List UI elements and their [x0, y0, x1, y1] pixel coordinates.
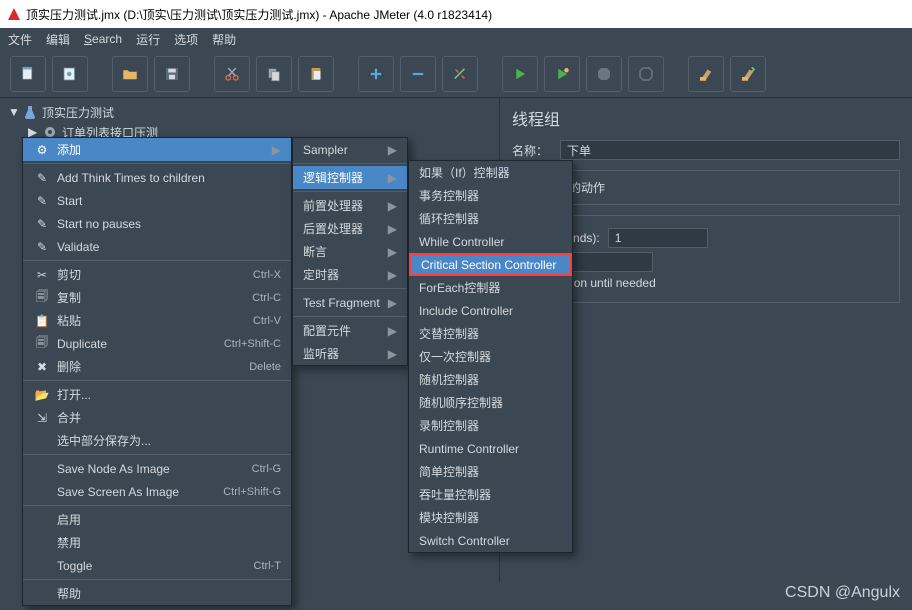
ctx-merge[interactable]: ⇲合并: [23, 406, 291, 429]
clear-button[interactable]: [688, 56, 724, 92]
logic-recording[interactable]: 录制控制器: [409, 414, 572, 437]
ctx-help[interactable]: 帮助: [23, 582, 291, 605]
menu-run[interactable]: 运行: [136, 31, 160, 48]
logic-while[interactable]: While Controller: [409, 230, 572, 253]
name-label: 名称：: [512, 142, 552, 159]
logic-transaction[interactable]: 事务控制器: [409, 184, 572, 207]
menu-help[interactable]: 帮助: [212, 31, 236, 48]
menu-options[interactable]: 选项: [174, 31, 198, 48]
ctx-add[interactable]: ⚙添加▶: [23, 138, 291, 161]
pencil-icon: ✎: [33, 169, 51, 187]
paste-icon: 📋: [33, 312, 51, 330]
copy-button[interactable]: [256, 56, 292, 92]
logic-switch[interactable]: Switch Controller: [409, 529, 572, 552]
pencil-icon: ✎: [33, 238, 51, 256]
start-no-pauses-button[interactable]: [544, 56, 580, 92]
paste-button[interactable]: [298, 56, 334, 92]
sub-pre-processor[interactable]: 前置处理器▶: [293, 194, 407, 217]
start-button[interactable]: [502, 56, 538, 92]
new-button[interactable]: [10, 56, 46, 92]
ctx-save-node-image[interactable]: Save Node As ImageCtrl-G: [23, 457, 291, 480]
tree-root-label: 顶实压力测试: [42, 104, 114, 121]
toggle-button[interactable]: [442, 56, 478, 92]
logic-throughput[interactable]: 吞吐量控制器: [409, 483, 572, 506]
ctx-start-no-pauses[interactable]: ✎Start no pauses: [23, 212, 291, 235]
menu-search[interactable]: Search: [84, 32, 122, 46]
ctx-toggle[interactable]: ToggleCtrl-T: [23, 554, 291, 577]
gear-icon: ⚙: [33, 141, 51, 159]
duplicate-icon: 🗐: [33, 335, 51, 353]
ctx-delete[interactable]: ✖删除Delete: [23, 355, 291, 378]
logic-runtime[interactable]: Runtime Controller: [409, 437, 572, 460]
sub-timer[interactable]: 定时器▶: [293, 263, 407, 286]
menu-file[interactable]: 文件: [8, 31, 32, 48]
ctx-save-selection[interactable]: 选中部分保存为...: [23, 429, 291, 452]
ctx-save-screen-image[interactable]: Save Screen As ImageCtrl+Shift-G: [23, 480, 291, 503]
sub-assertion[interactable]: 断言▶: [293, 240, 407, 263]
jmeter-icon: [6, 6, 22, 22]
merge-icon: ⇲: [33, 409, 51, 427]
ctx-validate[interactable]: ✎Validate: [23, 235, 291, 258]
ramp-input[interactable]: [608, 228, 708, 248]
context-menu: ⚙添加▶ ✎Add Think Times to children ✎Start…: [22, 137, 292, 606]
sub-config-element[interactable]: 配置元件▶: [293, 319, 407, 342]
ctx-copy[interactable]: 🗐复制Ctrl-C: [23, 286, 291, 309]
sub-sampler[interactable]: Sampler▶: [293, 138, 407, 161]
panel-title: 线程组: [512, 106, 900, 130]
logic-if[interactable]: 如果（If）控制器: [409, 161, 572, 184]
shutdown-button[interactable]: [628, 56, 664, 92]
cut-button[interactable]: [214, 56, 250, 92]
pencil-icon: ✎: [33, 192, 51, 210]
open-button[interactable]: [112, 56, 148, 92]
logic-critical-section[interactable]: Critical Section Controller: [409, 253, 572, 276]
tree-root[interactable]: ▼ 顶实压力测试: [0, 102, 499, 122]
ctx-disable[interactable]: 禁用: [23, 531, 291, 554]
menubar: 文件 编辑 Search 运行 选项 帮助: [0, 28, 912, 50]
ctx-open[interactable]: 📂打开...: [23, 383, 291, 406]
ctx-duplicate[interactable]: 🗐DuplicateCtrl+Shift-C: [23, 332, 291, 355]
window-title: 顶实压力测试.jmx (D:\顶实\压力测试\顶实压力测试.jmx) - Apa…: [26, 6, 492, 23]
ctx-enable[interactable]: 启用: [23, 508, 291, 531]
ctx-paste[interactable]: 📋粘贴Ctrl-V: [23, 309, 291, 332]
delete-icon: ✖: [33, 358, 51, 376]
sub-post-processor[interactable]: 后置处理器▶: [293, 217, 407, 240]
clear-all-button[interactable]: [730, 56, 766, 92]
pencil-icon: ✎: [33, 215, 51, 233]
sub-test-fragment[interactable]: Test Fragment▶: [293, 291, 407, 314]
watermark: CSDN @Angulx: [785, 584, 900, 602]
logic-module[interactable]: 模块控制器: [409, 506, 572, 529]
submenu-add: Sampler▶ 逻辑控制器▶ 前置处理器▶ 后置处理器▶ 断言▶ 定时器▶ T…: [292, 137, 408, 366]
logic-interleave[interactable]: 交替控制器: [409, 322, 572, 345]
templates-button[interactable]: [52, 56, 88, 92]
logic-include[interactable]: Include Controller: [409, 299, 572, 322]
expand-button[interactable]: [358, 56, 394, 92]
ctx-start[interactable]: ✎Start: [23, 189, 291, 212]
logic-foreach[interactable]: ForEach控制器: [409, 276, 572, 299]
menu-edit[interactable]: 编辑: [46, 31, 70, 48]
flask-icon: [22, 104, 38, 120]
sub-logic-controller[interactable]: 逻辑控制器▶: [293, 166, 407, 189]
submenu-logic-controllers: 如果（If）控制器 事务控制器 循环控制器 While Controller C…: [408, 160, 573, 553]
logic-loop[interactable]: 循环控制器: [409, 207, 572, 230]
name-input[interactable]: [560, 140, 900, 160]
stop-button[interactable]: [586, 56, 622, 92]
logic-simple[interactable]: 简单控制器: [409, 460, 572, 483]
open-icon: 📂: [33, 386, 51, 404]
copy-icon: 🗐: [33, 289, 51, 307]
window-titlebar: 顶实压力测试.jmx (D:\顶实\压力测试\顶实压力测试.jmx) - Apa…: [0, 0, 912, 28]
logic-random-order[interactable]: 随机顺序控制器: [409, 391, 572, 414]
ctx-think-times[interactable]: ✎Add Think Times to children: [23, 166, 291, 189]
sub-listener[interactable]: 监听器▶: [293, 342, 407, 365]
logic-once-only[interactable]: 仅一次控制器: [409, 345, 572, 368]
ctx-cut[interactable]: ✂剪切Ctrl-X: [23, 263, 291, 286]
collapse-button[interactable]: [400, 56, 436, 92]
save-button[interactable]: [154, 56, 190, 92]
toolbar: [0, 50, 912, 98]
logic-random[interactable]: 随机控制器: [409, 368, 572, 391]
cut-icon: ✂: [33, 266, 51, 284]
